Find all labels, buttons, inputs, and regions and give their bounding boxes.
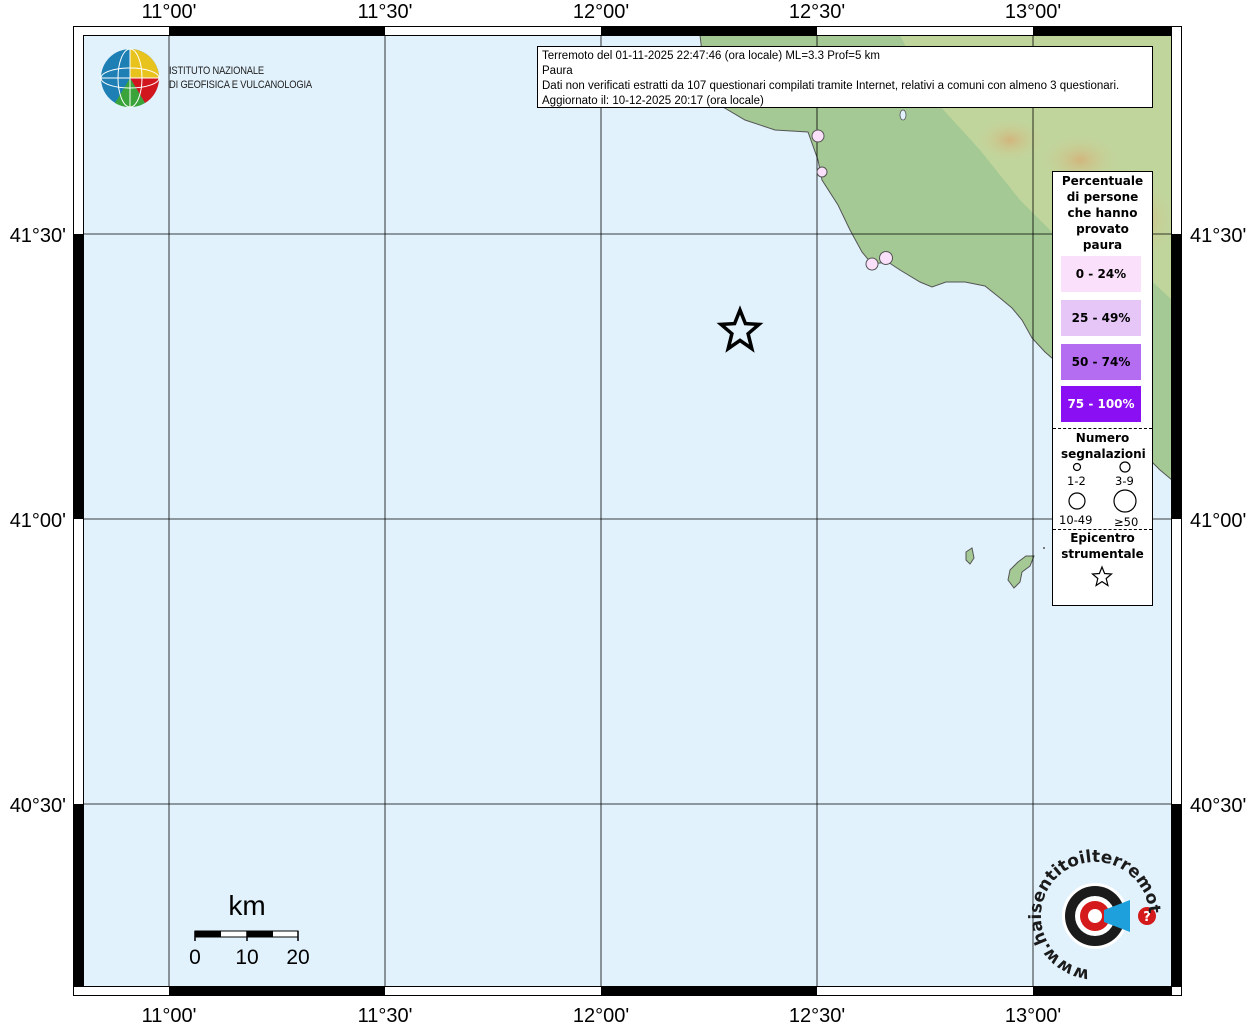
legend-class-0: 0 - 24% [1061,256,1141,292]
legend-star-icon [1090,565,1114,587]
size-1-2-icon [1072,462,1082,472]
lon-tick-bottom: 12°00' [573,1005,629,1024]
institute-line2: DI GEOFISICA E VULCANOLOGIA [169,79,312,91]
report-marker[interactable] [816,166,828,178]
legend-class-label: 0 - 24% [1075,267,1127,281]
updated-timestamp: Aggiornato il: 10-12-2025 20:17 (ora loc… [542,95,764,107]
lon-tick-top: 12°30' [789,1,845,23]
institute-line1: ISTITUTO NAZIONALE [169,65,264,77]
data-note: Dati non verificati estratti da 107 ques… [542,80,1120,92]
event-info-box: Terremoto del 01-11-2025 22:47:46 (ora l… [537,46,1153,108]
report-marker[interactable] [879,251,893,265]
lake [899,109,907,121]
size-3-9-icon [1119,461,1131,473]
size-label: ≥50 [1114,515,1139,529]
lat-tick-left: 40°30' [10,795,66,817]
legend-title: Percentuale di persone che hanno provato… [1061,174,1144,252]
size-label: 10-49 [1059,513,1093,527]
lat-tick-left: 41°00' [10,510,66,532]
legend-class-label: 25 - 49% [1071,311,1131,325]
event-title: Terremoto del 01-11-2025 22:47:46 (ora l… [542,50,880,62]
size-10-49-icon [1068,492,1086,510]
size-label: 3-9 [1115,474,1134,488]
lat-tick-right: 40°30' [1190,795,1246,817]
lon-tick-bottom: 12°30' [789,1005,845,1024]
legend: Percentuale di persone che hanno provato… [1052,171,1153,606]
lon-tick-top: 12°00' [573,1,629,23]
ingv-logo-icon [100,48,160,108]
legend-class-label: 75 - 100% [1067,397,1135,411]
legend-class-1: 25 - 49% [1061,300,1141,336]
legend-epicenter-title: Epicentro strumentale [1061,531,1144,561]
report-marker[interactable] [865,257,879,271]
lat-tick-left: 41°30' [10,225,66,247]
report-marker[interactable] [811,129,825,143]
map-type: Paura [542,65,573,77]
lon-tick-bottom: 11°00' [142,1005,197,1024]
scale-label-20: 20 [286,946,309,969]
legend-class-2: 50 - 74% [1061,344,1141,380]
relief-hills [975,118,1045,162]
lon-tick-bottom: 13°00' [1005,1005,1061,1024]
scale-label-10: 10 [235,946,258,969]
scale-unit: km [228,890,265,921]
lat-tick-right: 41°00' [1190,510,1246,532]
institute-name: ISTITUTO NAZIONALE DI GEOFISICA E VULCAN… [169,64,312,92]
size-label: 1-2 [1067,474,1086,488]
legend-class-label: 50 - 74% [1071,355,1131,369]
lat-tick-right: 41°30' [1190,225,1246,247]
scale-label-0: 0 [189,946,201,969]
lon-tick-top: 13°00' [1005,1,1061,23]
lon-tick-bottom: 11°30' [358,1005,413,1024]
legend-class-3: 75 - 100% [1061,386,1141,422]
island-islet [1043,547,1045,549]
lon-tick-top: 11°30' [358,1,413,23]
size-50-plus-icon [1113,489,1137,513]
lon-tick-top: 11°00' [142,1,197,23]
legend-divider [1053,428,1152,429]
